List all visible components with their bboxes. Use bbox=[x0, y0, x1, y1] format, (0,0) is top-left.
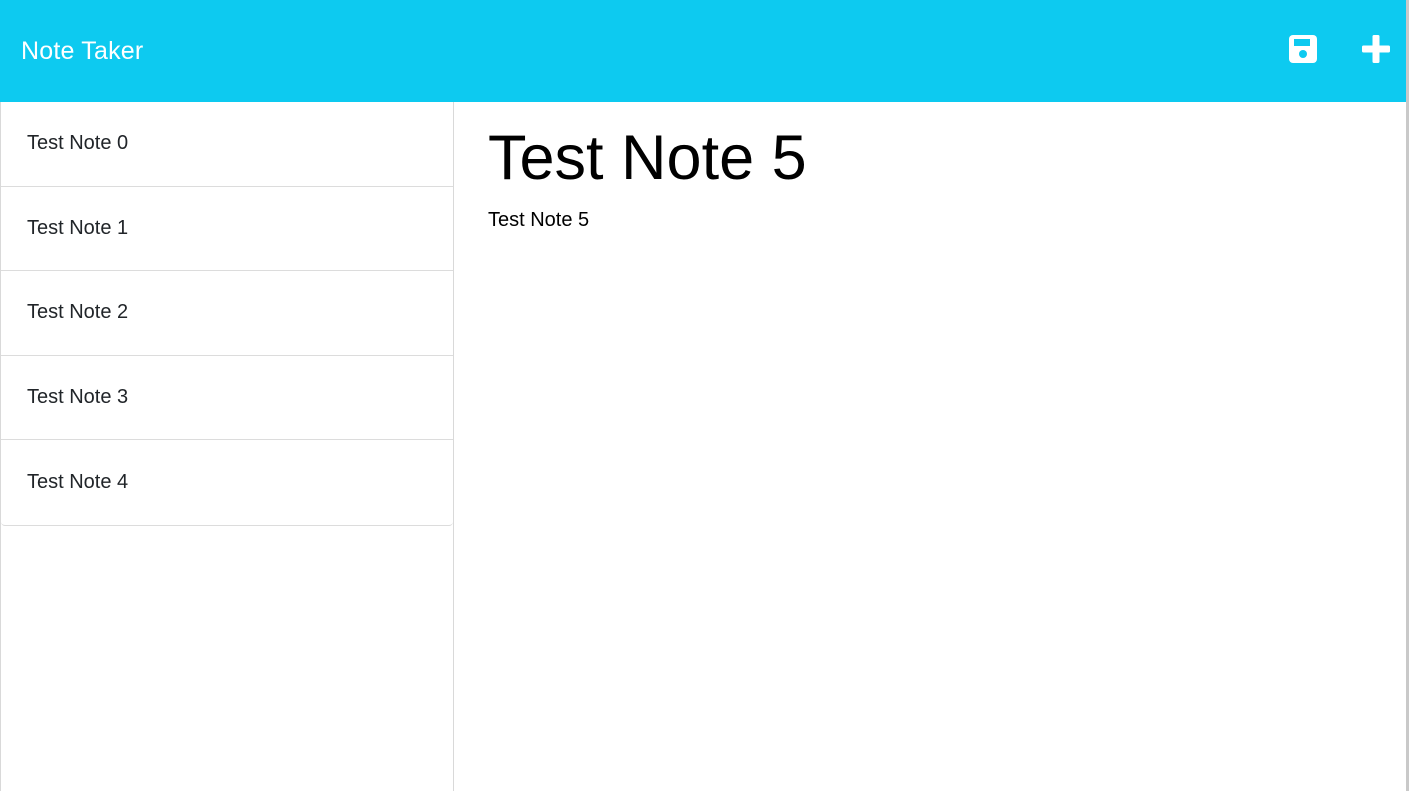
list-item[interactable]: Test Note 3 bbox=[1, 356, 453, 440]
top-navbar: Note Taker bbox=[0, 0, 1406, 102]
save-icon bbox=[1289, 35, 1317, 63]
add-note-button[interactable] bbox=[1360, 33, 1392, 65]
list-item[interactable]: Test Note 2 bbox=[1, 271, 453, 356]
save-note-button[interactable] bbox=[1287, 33, 1319, 65]
list-item[interactable]: Test Note 4 bbox=[1, 440, 453, 525]
note-body-field[interactable]: Test Note 5 bbox=[488, 206, 589, 234]
list-item[interactable]: Test Note 0 bbox=[1, 102, 453, 187]
notes-sidebar: Test Note 0 Test Note 1 Test Note 2 Test… bbox=[0, 102, 454, 791]
app-brand[interactable]: Note Taker bbox=[21, 34, 143, 68]
note-title-field[interactable]: Test Note 5 bbox=[488, 120, 807, 196]
list-item[interactable]: Test Note 1 bbox=[1, 187, 453, 271]
plus-icon bbox=[1362, 35, 1390, 63]
note-editor: Test Note 5 Test Note 5 bbox=[454, 102, 1406, 791]
note-list: Test Note 0 Test Note 1 Test Note 2 Test… bbox=[1, 102, 453, 526]
